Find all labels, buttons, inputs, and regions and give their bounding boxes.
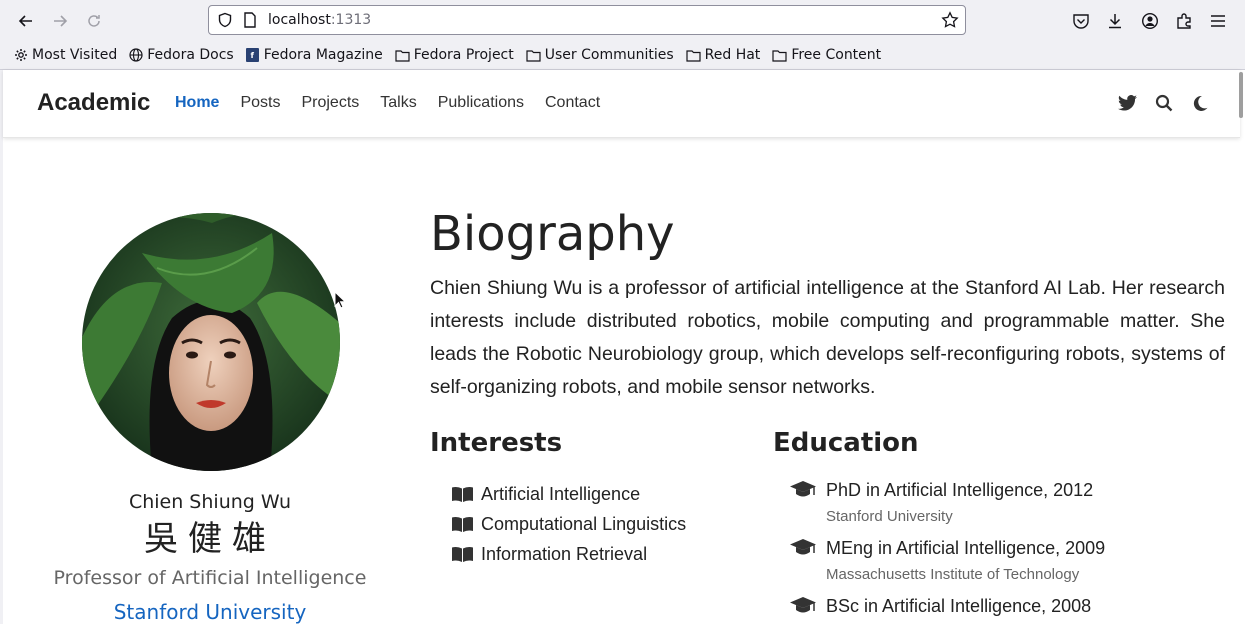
institution-text: Massachusetts Institute of Technology: [826, 566, 1080, 583]
biography-text: Chien Shiung Wu is a professor of artifi…: [430, 277, 1225, 398]
profile-name: Chien Shiung Wu: [128, 491, 292, 513]
window-border: [0, 70, 3, 624]
book-icon: [452, 516, 473, 532]
nav-posts[interactable]: Posts: [240, 94, 280, 112]
graduation-cap-icon: [790, 481, 816, 497]
pocket-icon[interactable]: [1070, 10, 1092, 32]
extensions-icon[interactable]: [1173, 10, 1195, 32]
browser-toolbar: localhost:1313 Most Visited Fedora Docs …: [0, 0, 1245, 70]
bookmark-most-visited[interactable]: Most Visited: [14, 47, 117, 63]
bookmark-user-communities[interactable]: User Communities: [526, 47, 674, 63]
globe-icon: [129, 48, 143, 62]
bookmark-fedora-project[interactable]: Fedora Project: [395, 47, 514, 63]
mouse-cursor-icon: [334, 291, 346, 309]
moon-icon[interactable]: [1190, 93, 1210, 113]
biography-title: Biography: [430, 206, 675, 262]
back-button[interactable]: [14, 9, 38, 33]
arrow-right-icon: [54, 15, 68, 27]
list-item: Information Retrieval: [452, 539, 686, 569]
account-icon[interactable]: [1139, 10, 1161, 32]
reload-button[interactable]: [82, 9, 106, 33]
nav-publications[interactable]: Publications: [438, 94, 524, 112]
page-scrollbar[interactable]: [1239, 72, 1243, 118]
nav-talks[interactable]: Talks: [380, 94, 416, 112]
avatar: [82, 213, 340, 471]
folder-icon: [686, 49, 701, 62]
main-menu: Home Posts Projects Talks Publications C…: [175, 94, 621, 112]
graduation-cap-icon: [790, 539, 816, 555]
interests-list: Artificial Intelligence Computational Li…: [452, 479, 686, 569]
gear-icon: [15, 49, 27, 61]
twitter-icon[interactable]: [1117, 93, 1137, 113]
url-text: localhost:1313: [268, 12, 372, 28]
bookmarks-toolbar: Most Visited Fedora Docs f Fedora Magazi…: [14, 45, 893, 65]
degree-text: PhD in Artificial Intelligence, 2012: [826, 480, 1094, 500]
reload-icon: [88, 15, 100, 27]
institution-text: Stanford University: [826, 508, 953, 525]
page-icon: [243, 12, 257, 33]
list-item: Artificial Intelligence: [452, 479, 686, 509]
folder-icon: [772, 49, 787, 62]
profile-chinese-name: 吳健雄: [144, 519, 276, 559]
site-brand[interactable]: Academic: [37, 89, 150, 117]
bookmark-red-hat[interactable]: Red Hat: [686, 47, 760, 63]
forward-button[interactable]: [48, 9, 72, 33]
bookmark-fedora-magazine[interactable]: f Fedora Magazine: [245, 47, 383, 63]
search-icon[interactable]: [1154, 93, 1174, 113]
download-icon[interactable]: [1104, 10, 1126, 32]
degree-text: BSc in Artificial Intelligence, 2008: [826, 596, 1092, 616]
bookmark-free-content[interactable]: Free Content: [772, 47, 881, 63]
education-list: PhD in Artificial Intelligence, 2012 Sta…: [790, 479, 1105, 624]
list-item: MEng in Artificial Intelligence, 2009 Ma…: [790, 537, 1105, 595]
nav-home[interactable]: Home: [175, 94, 219, 112]
fedora-magazine-icon: f: [245, 48, 259, 62]
profile-organization-link[interactable]: Stanford University: [30, 600, 390, 624]
education-title: Education: [773, 428, 919, 458]
graduation-cap-icon: [790, 597, 816, 613]
list-item: BSc in Artificial Intelligence, 2008: [790, 595, 1105, 624]
book-icon: [452, 486, 473, 502]
degree-text: MEng in Artificial Intelligence, 2009: [826, 538, 1106, 558]
folder-icon: [526, 49, 541, 62]
nav-contact[interactable]: Contact: [545, 94, 600, 112]
interests-title: Interests: [430, 428, 563, 458]
profile-role: Professor of Artificial Intelligence: [53, 567, 367, 589]
bookmark-star-icon[interactable]: [941, 11, 959, 34]
book-icon: [452, 546, 473, 562]
shield-icon[interactable]: [217, 12, 233, 33]
list-item: PhD in Artificial Intelligence, 2012 Sta…: [790, 479, 1105, 537]
hamburger-menu-icon[interactable]: [1207, 10, 1229, 32]
bookmark-fedora-docs[interactable]: Fedora Docs: [129, 47, 234, 63]
site-navbar: Academic Home Posts Projects Talks Publi…: [3, 70, 1240, 138]
folder-icon: [395, 49, 410, 62]
nav-projects[interactable]: Projects: [301, 94, 359, 112]
address-bar[interactable]: localhost:1313: [208, 5, 966, 35]
list-item: Computational Linguistics: [452, 509, 686, 539]
arrow-left-icon: [18, 15, 32, 27]
